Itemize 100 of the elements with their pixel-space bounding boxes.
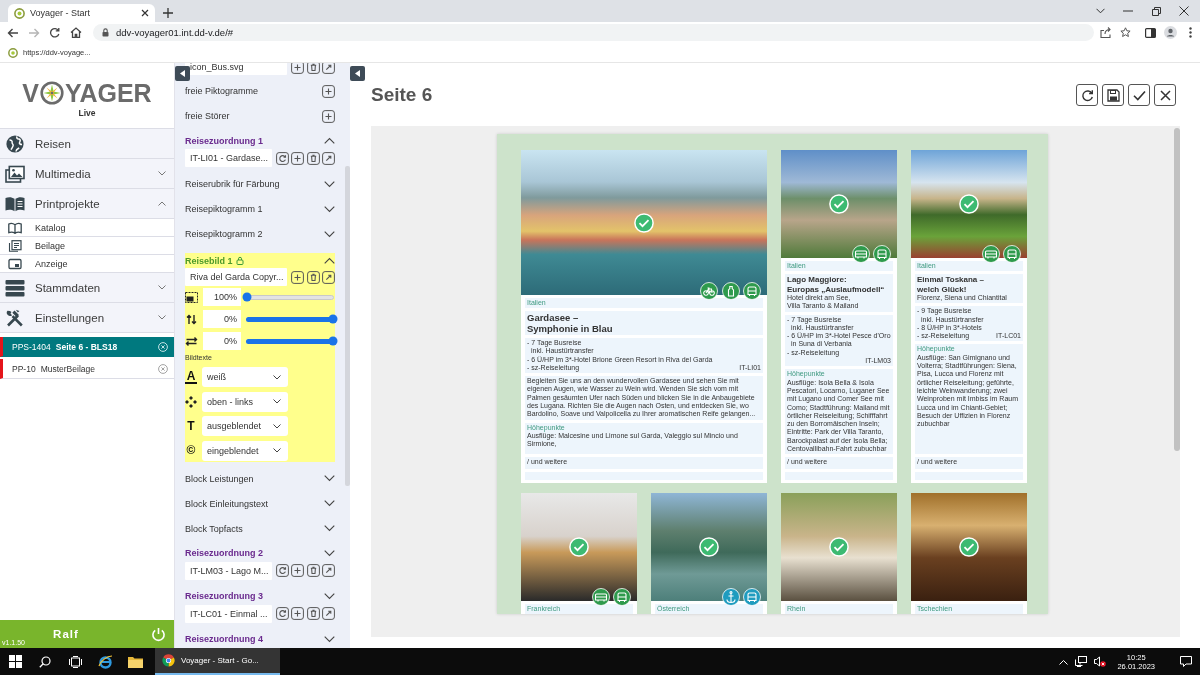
percent-field[interactable]: 0%	[203, 310, 241, 328]
network-icon[interactable]	[1075, 656, 1088, 667]
close-icon[interactable]	[1179, 6, 1189, 16]
image-file-field[interactable]: Riva del Garda Copyr...	[185, 268, 287, 286]
trash-icon[interactable]	[306, 151, 320, 165]
assignment-field[interactable]: IT-LI01 - Gardase...	[185, 149, 272, 167]
add-icon[interactable]	[291, 63, 305, 74]
external-link-icon[interactable]	[322, 151, 335, 165]
percent-field[interactable]: 0%	[203, 332, 241, 350]
menu-icon[interactable]	[1188, 27, 1192, 38]
check-circle-icon[interactable]	[829, 194, 849, 214]
speaker-muted-icon[interactable]	[1094, 656, 1107, 667]
trash-icon[interactable]	[306, 564, 320, 577]
external-link-icon[interactable]	[322, 607, 335, 620]
section-label[interactable]: Reiserubrik für Färbung	[185, 179, 280, 189]
back-arrow-icon[interactable]	[6, 27, 19, 38]
chevron-down-icon[interactable]	[323, 180, 335, 188]
group-heading[interactable]: Reisezuordnung 4	[185, 634, 263, 645]
trip-card[interactable]	[911, 150, 1027, 484]
chevron-down-icon[interactable]	[323, 230, 335, 238]
new-tab-icon[interactable]	[163, 8, 173, 18]
chevron-down-icon[interactable]	[323, 549, 335, 557]
browser-tab[interactable]: Voyager - Start	[8, 4, 155, 22]
slider-thumb[interactable]	[328, 314, 338, 324]
nav-item[interactable]: Einstellungen	[0, 303, 174, 333]
chevron-down-icon[interactable]	[323, 475, 335, 482]
nav-subitem[interactable]: Anzeige	[0, 255, 174, 273]
slider-thumb[interactable]	[328, 336, 338, 346]
collapse-button[interactable]	[175, 66, 190, 81]
section-label[interactable]: Block Topfacts	[185, 523, 243, 534]
check-circle-icon[interactable]	[699, 537, 719, 558]
add-icon[interactable]	[322, 84, 335, 98]
chevron-up-icon[interactable]	[323, 137, 335, 145]
chevron-down-icon[interactable]	[323, 500, 335, 507]
slider-track[interactable]	[246, 294, 334, 300]
trash-icon[interactable]	[306, 63, 320, 74]
add-icon[interactable]	[291, 564, 305, 577]
assignment-field[interactable]: IT-LC01 - Einmal ...	[185, 604, 272, 623]
section-label[interactable]: Block Einleitungstext	[185, 498, 269, 509]
notification-icon[interactable]	[1180, 656, 1192, 667]
chevron-up-icon[interactable]	[323, 257, 335, 264]
internet-explorer-icon[interactable]	[97, 654, 113, 669]
section-label[interactable]: Reisepiktogramm 2	[185, 229, 263, 239]
chevron-down-icon[interactable]	[323, 525, 335, 532]
dropdown[interactable]: ausgeblendet	[202, 416, 288, 436]
assignment-field[interactable]: IT-LM03 - Lago M...	[185, 561, 272, 580]
folder-icon[interactable]	[127, 655, 143, 668]
slider-thumb[interactable]	[242, 292, 252, 302]
check-circle-icon[interactable]	[634, 212, 654, 233]
check-circle-icon[interactable]	[569, 537, 589, 558]
profile-icon[interactable]	[1163, 26, 1177, 39]
reload-icon[interactable]	[49, 27, 60, 38]
nav-item[interactable]: Stammdaten	[0, 273, 174, 303]
check-circle-icon[interactable]	[829, 537, 849, 558]
scrollbar-thumb[interactable]	[345, 166, 350, 486]
close-button[interactable]	[1154, 84, 1176, 106]
trip-card[interactable]	[521, 150, 767, 484]
image-heading[interactable]: Reisebild 1	[185, 255, 233, 266]
trip-card[interactable]	[781, 150, 897, 484]
share-icon[interactable]	[1099, 27, 1111, 38]
scrollbar-thumb[interactable]	[1174, 128, 1180, 451]
nav-subitem[interactable]: Beilage	[0, 237, 174, 255]
project-tab[interactable]: PP-10 MusterBeilage	[0, 359, 174, 379]
dropdown[interactable]: oben - links	[202, 391, 288, 412]
close-icon[interactable]	[141, 9, 149, 17]
chevron-down-icon[interactable]	[158, 285, 166, 290]
task-view-icon[interactable]	[68, 655, 82, 668]
nav-item[interactable]: Reisen	[0, 129, 174, 159]
add-icon[interactable]	[291, 270, 305, 284]
group-heading[interactable]: Reisezuordnung 3	[185, 591, 263, 602]
section-label[interactable]: Block Leistungen	[185, 473, 254, 484]
project-tab[interactable]: PPS-1404 Seite 6 - BLS18	[0, 337, 174, 357]
star-icon[interactable]	[1119, 27, 1131, 38]
refresh-icon[interactable]	[275, 564, 289, 577]
external-link-icon[interactable]	[322, 564, 335, 577]
chevron-down-icon[interactable]	[323, 635, 335, 643]
chevron-down-icon[interactable]	[323, 205, 335, 213]
nav-item[interactable]: Printprojekte	[0, 189, 174, 219]
restore-icon[interactable]	[1151, 6, 1161, 16]
file-field[interactable]: icon_Bus.svg	[185, 63, 287, 75]
section-label[interactable]: Reisepiktogramm 1	[185, 204, 263, 214]
nav-subitem[interactable]: Katalog	[0, 219, 174, 237]
group-heading[interactable]: Reisezuordnung 1	[185, 135, 263, 146]
save-button[interactable]	[1102, 84, 1124, 106]
sidebar-icon[interactable]	[1144, 27, 1156, 38]
trash-icon[interactable]	[306, 270, 320, 284]
add-icon[interactable]	[291, 151, 305, 165]
add-icon[interactable]	[322, 109, 335, 123]
collapse-button[interactable]	[350, 66, 365, 81]
external-link-icon[interactable]	[322, 63, 335, 74]
reload-button[interactable]	[1076, 84, 1098, 106]
search-icon[interactable]	[39, 655, 51, 668]
address-bar[interactable]: ddv-voyager01.int.dd-v.de/#	[93, 24, 1094, 41]
chevron-down-icon[interactable]	[158, 315, 166, 320]
check-circle-icon[interactable]	[959, 194, 979, 214]
nav-item[interactable]: Multimedia	[0, 159, 174, 189]
dropdown[interactable]: eingeblendet	[202, 440, 288, 461]
external-link-icon[interactable]	[322, 270, 335, 284]
windows-logo-icon[interactable]	[8, 655, 22, 668]
lock-icon[interactable]	[235, 256, 244, 265]
